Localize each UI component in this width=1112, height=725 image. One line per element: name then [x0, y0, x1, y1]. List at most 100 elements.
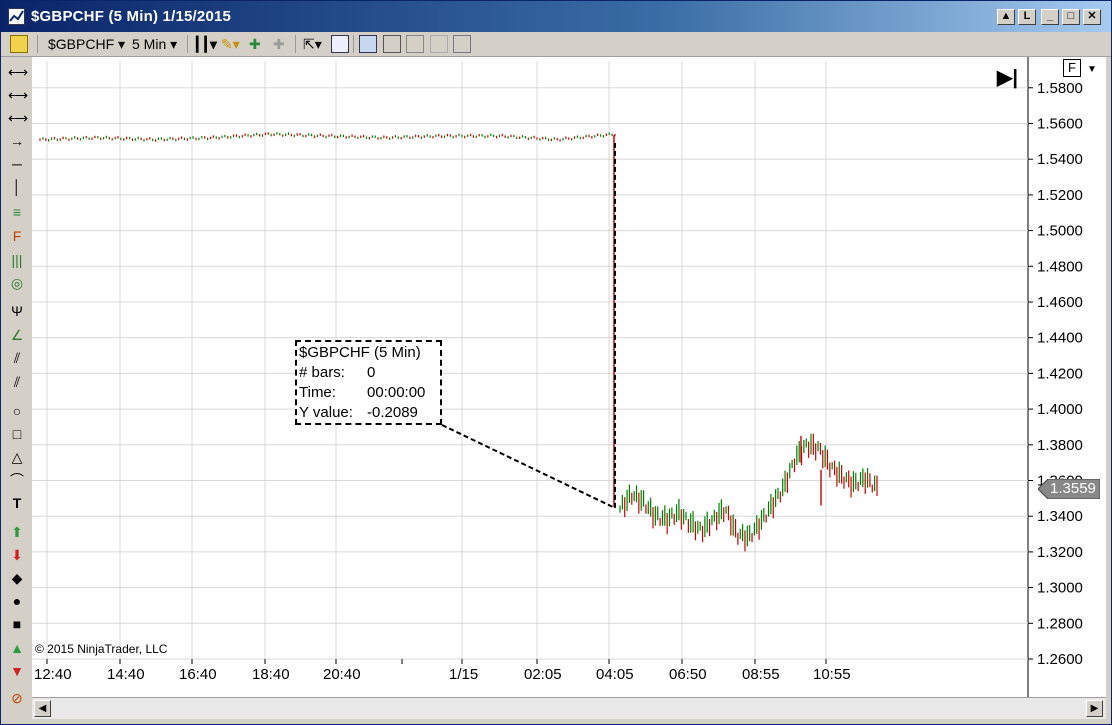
restore-up-icon[interactable]: ▲ [997, 9, 1015, 25]
tooltip-connector [441, 143, 616, 510]
tooltip-time-label: Time: [299, 384, 336, 401]
y-tick-label: 1.5600 [1037, 115, 1083, 132]
triangle-icon[interactable]: △ [8, 448, 26, 466]
y-tick-label: 1.4800 [1037, 258, 1083, 275]
toolbar-separator [295, 35, 296, 53]
tooltip-yvalue-value: -0.2089 [367, 404, 418, 421]
arrow-line-icon[interactable]: → [8, 132, 26, 150]
window-icon[interactable] [453, 35, 471, 53]
andrews-pitchfork-icon[interactable]: Ψ [8, 302, 26, 320]
chart-toolbar: $GBPCHF ▾ 5 Min ▾ ┃┃▾ ✎▾ ✚ ✚ ⇱▾ [1, 32, 1111, 57]
gann-fan-icon[interactable]: ∠ [8, 326, 26, 344]
horizontal-scrollbar[interactable]: ◀ ▶ [32, 697, 1106, 719]
bars-icon[interactable] [383, 35, 401, 53]
x-tick-label: 18:40 [252, 666, 290, 683]
f-button[interactable]: F [1063, 59, 1081, 77]
instrument-selector[interactable]: $GBPCHF ▾ [48, 35, 125, 53]
ruler-icon[interactable] [10, 35, 28, 53]
copyright-text: © 2015 NinjaTrader, LLC [35, 642, 168, 656]
tooltip-time-value: 00:00:00 [367, 384, 426, 401]
price-chart[interactable]: 1.5800 1.5600 1.5400 1.5200 1.5000 1.4800 1.46… [32, 57, 1106, 697]
zoom-out-icon[interactable]: ✚ [273, 35, 285, 53]
arrow-down-icon[interactable]: ⬇ [8, 546, 26, 564]
y-tick-label: 1.5800 [1037, 80, 1083, 97]
y-tick-label: 1.2600 [1037, 651, 1083, 668]
y-tick-label: 1.4400 [1037, 330, 1083, 347]
horizontal-line-icon[interactable]: ─ [8, 155, 26, 173]
chart-panel[interactable]: 1.5800 1.5600 1.5400 1.5200 1.5000 1.4800 1.46… [32, 57, 1106, 697]
extended-line-icon[interactable]: ⟷ [8, 86, 28, 104]
dot-icon[interactable]: ● [8, 592, 26, 610]
properties-icon[interactable] [430, 35, 448, 53]
square-icon[interactable]: ■ [8, 615, 26, 633]
maximize-button[interactable]: □ [1062, 9, 1080, 25]
fibonacci-retracement-icon[interactable]: ≡ [8, 203, 26, 221]
chart-style-icon[interactable]: ┃┃▾ [193, 35, 217, 53]
tooltip-yvalue-row: Y value: -0.2089 [299, 403, 438, 423]
regression-channel-icon[interactable]: ⫽ [8, 349, 26, 367]
y-tick-label: 1.4200 [1037, 365, 1083, 382]
vertical-line-icon[interactable]: │ [8, 178, 26, 196]
arrow-up-icon[interactable]: ⬆ [8, 523, 26, 541]
remove-drawings-icon[interactable]: ⊘ [8, 689, 26, 707]
cursor-icon[interactable]: ⇱▾ [303, 35, 322, 53]
scroll-track[interactable] [55, 700, 1081, 717]
pencil-icon[interactable]: ✎▾ [221, 35, 240, 53]
ray-icon[interactable]: ⟷ [8, 63, 28, 81]
magnifier-icon[interactable] [331, 35, 349, 53]
y-tick-label: 1.2800 [1037, 615, 1083, 632]
scroll-right-icon[interactable]: ▶ [1086, 700, 1103, 717]
data-box-icon[interactable] [359, 35, 377, 53]
fibonacci-time-icon[interactable]: ||| [8, 251, 26, 269]
y-tick-label: 1.3200 [1037, 544, 1083, 561]
x-tick-label: 14:40 [107, 666, 145, 683]
x-tick-label: 02:05 [524, 666, 562, 683]
y-tick-label: 1.5400 [1037, 151, 1083, 168]
data-tooltip: $GBPCHF (5 Min) # bars: 0 Time: 00:00:00 Y… [295, 340, 442, 425]
drawing-tools-sidebar: ⟷ ⟷ ⟷ → ─ │ ≡ F ||| ◎ Ψ ∠ ⫽ ⫽ ○ □ △ ⌒ T … [2, 57, 31, 706]
fibonacci-extension-icon[interactable]: F [8, 227, 26, 245]
y-tick-label: 1.5000 [1037, 223, 1083, 240]
title-bar[interactable]: $GBPCHF (5 Min) 1/15/2015 ▲ L _ □ ✕ [1, 1, 1111, 32]
last-price-label: 1.3559 [1050, 480, 1096, 497]
toolbar-separator [187, 35, 188, 53]
tooltip-title: $GBPCHF (5 Min) [299, 344, 421, 361]
x-tick-label: 16:40 [179, 666, 217, 683]
fibonacci-circle-icon[interactable]: ◎ [8, 274, 26, 292]
triangle-up-icon[interactable]: ▲ [8, 639, 26, 657]
tooltip-bars-label: # bars: [299, 364, 345, 381]
x-tick-label: 08:55 [742, 666, 780, 683]
y-tick-label: 1.4600 [1037, 294, 1083, 311]
minimize-button[interactable]: _ [1041, 9, 1059, 25]
triangle-down-icon[interactable]: ▼ [8, 662, 26, 680]
zoom-in-icon[interactable]: ✚ [249, 35, 261, 53]
tooltip-bars-row: # bars: 0 [299, 363, 438, 383]
go-to-end-icon[interactable]: ▶| [997, 65, 1018, 90]
ninjatrader-app-icon [8, 8, 25, 25]
diamond-icon[interactable]: ◆ [8, 569, 26, 587]
tooltip-yvalue-label: Y value: [299, 404, 353, 421]
rectangle-icon[interactable]: □ [8, 425, 26, 443]
x-tick-label: 1/15 [449, 666, 478, 683]
chart-window: $GBPCHF (5 Min) 1/15/2015 ▲ L _ □ ✕ $GBP… [0, 0, 1112, 725]
ellipse-icon[interactable]: ○ [8, 402, 26, 420]
interval-selector[interactable]: 5 Min ▾ [132, 35, 177, 53]
text-icon[interactable]: T [8, 494, 26, 512]
line-icon[interactable]: ⟷ [8, 109, 28, 127]
x-tick-label: 10:55 [813, 666, 851, 683]
trend-channel-icon[interactable]: ⫽ [8, 373, 26, 391]
instrument-label: $GBPCHF [48, 36, 115, 52]
toolbar-separator [353, 35, 354, 53]
y-tick-label: 1.4000 [1037, 401, 1083, 418]
interval-label: 5 Min [132, 36, 167, 52]
last-price-marker: 1.3559 [1037, 478, 1101, 500]
chevron-down-icon[interactable]: ▼ [1087, 64, 1097, 75]
close-button[interactable]: ✕ [1083, 9, 1101, 25]
tooltip-bars-value: 0 [367, 364, 376, 381]
y-tick-label: 1.5200 [1037, 187, 1083, 204]
link-button[interactable]: L [1018, 9, 1036, 25]
y-tick-label: 1.3400 [1037, 508, 1083, 525]
line-chart-icon[interactable] [406, 35, 424, 53]
scroll-left-icon[interactable]: ◀ [34, 700, 51, 717]
arc-icon[interactable]: ⌒ [8, 471, 26, 489]
